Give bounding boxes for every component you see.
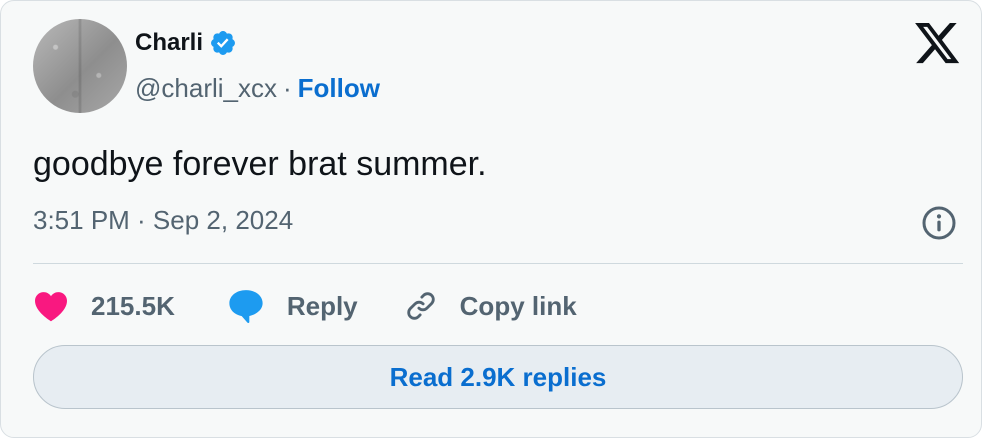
link-icon [407,292,435,320]
divider [33,263,963,264]
x-logo-icon[interactable] [915,23,961,65]
action-bar: 215.5K Reply Copy link [33,283,577,329]
info-icon[interactable] [921,205,957,241]
verified-badge-icon [211,31,235,55]
tweet-timestamp[interactable]: 3:51 PM · Sep 2, 2024 [33,205,293,236]
avatar[interactable] [33,19,127,113]
author-handle-row: @charli_xcx · Follow [135,73,380,104]
separator-dot: · [282,73,292,103]
tweet-text: goodbye forever brat summer. [33,145,487,183]
follow-button[interactable]: Follow [298,73,380,104]
like-button[interactable]: 215.5K [33,290,175,322]
heart-icon [35,292,67,322]
reply-button[interactable]: Reply [227,288,358,324]
like-count: 215.5K [91,290,175,321]
author-handle[interactable]: @charli_xcx [135,73,277,104]
copy-link-label: Copy link [459,290,577,321]
reply-label: Reply [286,290,358,321]
author-name-row: Charli [135,29,237,57]
tweet-embed-card: Charli @charli_xcx · Follow goodbye fore… [0,0,982,438]
speech-bubble-icon [229,290,263,324]
author-name[interactable]: Charli [135,29,203,57]
read-replies-button[interactable]: Read 2.9K replies [33,345,963,409]
copy-link-button[interactable]: Copy link [404,289,577,323]
